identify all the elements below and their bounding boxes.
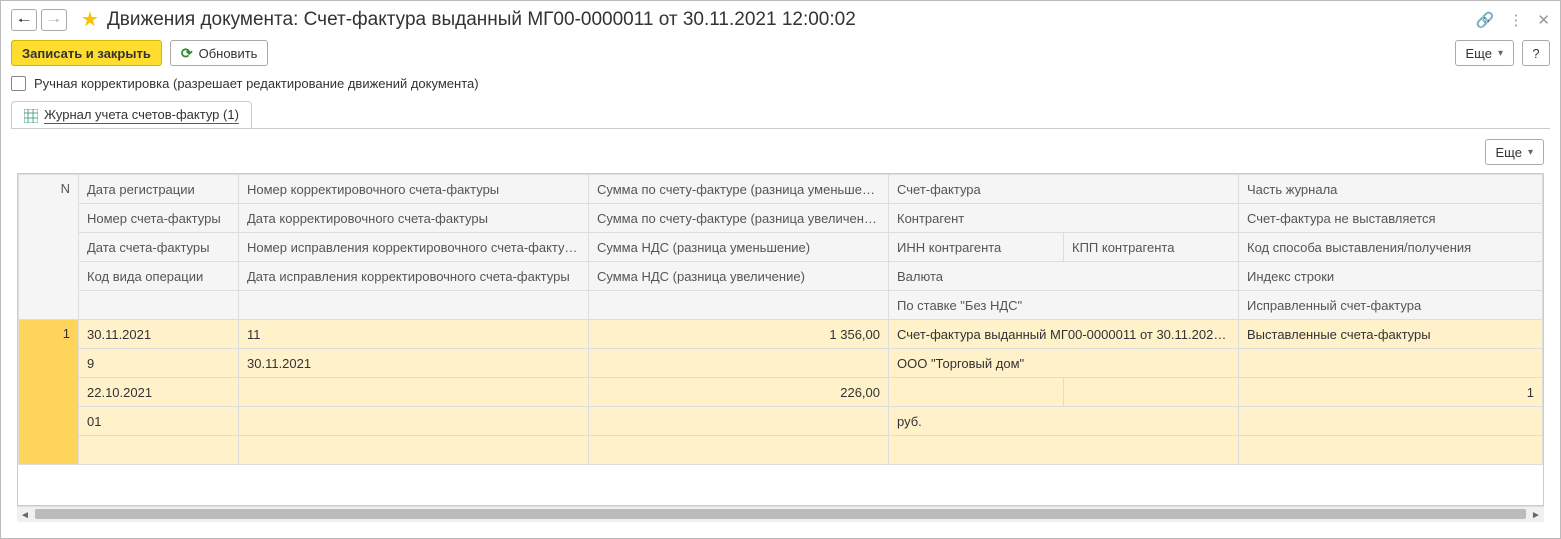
header-invoice-date[interactable]: Дата счета-фактуры (79, 233, 239, 262)
header-sum-increase[interactable]: Сумма по счету-фактуре (разница увеличен… (589, 204, 889, 233)
cell-kpp (1064, 378, 1239, 407)
cell-no-vat (889, 436, 1239, 465)
tabbar: Журнал учета счетов-фактур (1) (1, 101, 1560, 129)
cell-sum-decrease: 1 356,00 (589, 320, 889, 349)
cell-vat-increase (589, 407, 889, 436)
link-icon[interactable]: 🔗 (1476, 11, 1495, 29)
cell-invoice: Счет-фактура выданный МГ00-0000011 от 30… (889, 320, 1239, 349)
grid[interactable]: N Дата регистрации Номер корректировочно… (17, 173, 1544, 506)
header-vat-decrease[interactable]: Сумма НДС (разница уменьшение) (589, 233, 889, 262)
header-not-issued[interactable]: Счет-фактура не выставляется (1239, 204, 1543, 233)
header-corr-date[interactable]: Дата корректировочного счета-фактуры (239, 204, 589, 233)
grid-more-button[interactable]: Еще (1485, 139, 1544, 165)
header-corr-num[interactable]: Номер корректировочного счета-фактуры (239, 175, 589, 204)
table-row[interactable]: 01 руб. (19, 407, 1543, 436)
cell-fixed-invoice (1239, 436, 1543, 465)
header-invoice-num[interactable]: Номер счета-фактуры (79, 204, 239, 233)
header-journal-part[interactable]: Часть журнала (1239, 175, 1543, 204)
more-label: Еще (1466, 46, 1492, 61)
cell-sum-increase (589, 349, 889, 378)
document-movements-window: 🠐 🠒 ★ Движения документа: Счет-фактура в… (0, 0, 1561, 539)
manual-correction-label: Ручная корректировка (разрешает редактир… (34, 76, 479, 91)
save-and-close-button[interactable]: Записать и закрыть (11, 40, 162, 66)
header-kpp[interactable]: КПП контрагента (1064, 233, 1239, 262)
more-button[interactable]: Еще (1455, 40, 1514, 66)
toolbar: Записать и закрыть ⟳ Обновить Еще ? (1, 38, 1560, 76)
table-icon (24, 109, 38, 123)
header-row-index[interactable]: Индекс строки (1239, 262, 1543, 291)
grid-table: N Дата регистрации Номер корректировочно… (18, 174, 1543, 465)
manual-correction-row: Ручная корректировка (разрешает редактир… (1, 76, 1560, 101)
cell-corr-date: 30.11.2021 (239, 349, 589, 378)
favorite-star-icon[interactable]: ★ (81, 7, 99, 32)
grid-more-label: Еще (1496, 145, 1522, 160)
header-inn[interactable]: ИНН контрагента (889, 233, 1064, 262)
table-row[interactable]: 9 30.11.2021 ООО "Торговый дом" (19, 349, 1543, 378)
header-n[interactable]: N (19, 175, 79, 320)
table-row[interactable]: 1 30.11.2021 11 1 356,00 Счет-фактура вы… (19, 320, 1543, 349)
cell-not-issued (1239, 349, 1543, 378)
cell-rownum: 1 (19, 320, 79, 465)
cell-reg-date: 30.11.2021 (79, 320, 239, 349)
header-vat-increase[interactable]: Сумма НДС (разница увеличение) (589, 262, 889, 291)
refresh-icon: ⟳ (181, 45, 193, 62)
horizontal-scrollbar[interactable]: ◄ ► (17, 506, 1544, 522)
header-issue-code[interactable]: Код способа выставления/получения (1239, 233, 1543, 262)
cell-currency: руб. (889, 407, 1239, 436)
scroll-thumb[interactable] (35, 509, 1526, 519)
table-row[interactable] (19, 436, 1543, 465)
cell-row-index: 1 (1239, 378, 1543, 407)
tab-invoice-journal[interactable]: Журнал учета счетов-фактур (1) (11, 101, 252, 129)
page-title: Движения документа: Счет-фактура выданны… (107, 9, 856, 31)
cell-row-index-2 (1239, 407, 1543, 436)
cell-corr-num: 11 (239, 320, 589, 349)
header-corr-fix-date[interactable]: Дата исправления корректировочного счета… (239, 262, 589, 291)
cell-invoice-num: 9 (79, 349, 239, 378)
tab-content: Еще N Дата регистрации Номер корректиров… (11, 128, 1550, 528)
cell-invoice-date: 22.10.2021 (79, 378, 239, 407)
cell-corr-fix-date (239, 407, 589, 436)
kebab-menu-icon[interactable]: ⋮ (1508, 11, 1523, 29)
help-label: ? (1532, 46, 1539, 61)
titlebar: 🠐 🠒 ★ Движения документа: Счет-фактура в… (1, 1, 1560, 38)
cell-journal-part: Выставленные счета-фактуры (1239, 320, 1543, 349)
manual-correction-checkbox[interactable] (11, 76, 26, 91)
save-and-close-label: Записать и закрыть (22, 46, 151, 61)
header-counterparty[interactable]: Контрагент (889, 204, 1239, 233)
cell-corr-fix-num (239, 378, 589, 407)
help-button[interactable]: ? (1522, 40, 1550, 66)
header-corr-fix-num[interactable]: Номер исправления корректировочного счет… (239, 233, 589, 262)
close-icon[interactable]: ✕ (1537, 11, 1550, 29)
nav-forward-button[interactable]: 🠒 (41, 9, 67, 31)
header-no-vat[interactable]: По ставке "Без НДС" (889, 291, 1239, 320)
header-invoice[interactable]: Счет-фактура (889, 175, 1239, 204)
refresh-button[interactable]: ⟳ Обновить (170, 40, 269, 66)
scroll-left-icon[interactable]: ◄ (17, 507, 33, 523)
refresh-label: Обновить (199, 46, 258, 61)
header-op-code[interactable]: Код вида операции (79, 262, 239, 291)
table-row[interactable]: 22.10.2021 226,00 1 (19, 378, 1543, 407)
tab-label: Журнал учета счетов-фактур (1) (44, 107, 239, 124)
cell-vat-decrease: 226,00 (589, 378, 889, 407)
cell-op-code: 01 (79, 407, 239, 436)
header-fixed-invoice[interactable]: Исправленный счет-фактура (1239, 291, 1543, 320)
header-currency[interactable]: Валюта (889, 262, 1239, 291)
header-sum-decrease[interactable]: Сумма по счету-фактуре (разница уменьшен… (589, 175, 889, 204)
header-reg-date[interactable]: Дата регистрации (79, 175, 239, 204)
cell-counterparty: ООО "Торговый дом" (889, 349, 1239, 378)
nav-back-button[interactable]: 🠐 (11, 9, 37, 31)
cell-inn (889, 378, 1064, 407)
scroll-right-icon[interactable]: ► (1528, 507, 1544, 523)
